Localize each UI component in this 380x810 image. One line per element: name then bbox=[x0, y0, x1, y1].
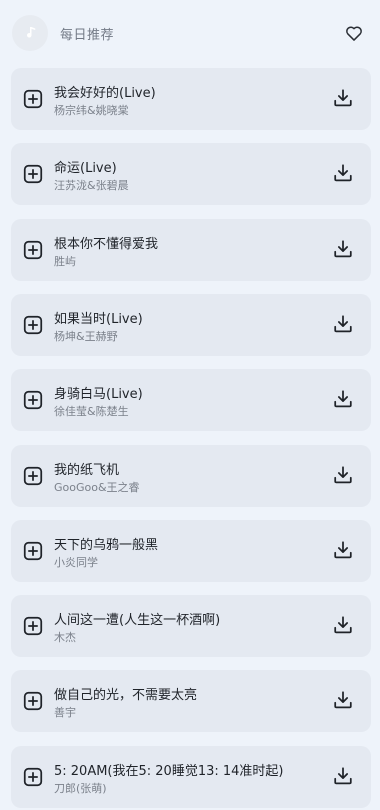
add-to-playlist-icon[interactable] bbox=[22, 615, 44, 637]
song-card[interactable]: 我会好好的(Live) 杨宗纬&姚晓棠 bbox=[11, 68, 371, 130]
add-to-playlist-icon[interactable] bbox=[22, 766, 44, 788]
song-title: 命运(Live) bbox=[54, 161, 117, 176]
song-title: 天下的乌鸦一般黑 bbox=[54, 538, 159, 553]
download-icon[interactable] bbox=[332, 464, 354, 486]
song-card[interactable]: 身骑白马(Live) 徐佳莹&陈楚生 bbox=[11, 369, 371, 431]
add-to-playlist-icon[interactable] bbox=[22, 389, 44, 411]
download-icon[interactable] bbox=[332, 689, 354, 711]
add-to-playlist-icon[interactable] bbox=[22, 314, 44, 336]
song-artist: 木杰 bbox=[54, 631, 76, 644]
download-icon[interactable] bbox=[332, 238, 354, 260]
download-icon[interactable] bbox=[332, 539, 354, 561]
song-title: 如果当时(Live) bbox=[54, 312, 143, 327]
song-card[interactable]: 人间这一遭(人生这一杯酒啊) 木杰 bbox=[11, 595, 371, 657]
song-card[interactable]: 5: 20AM(我在5: 20睡觉13: 14准时起) 刀郎(张萌) bbox=[11, 746, 371, 808]
download-icon[interactable] bbox=[332, 388, 354, 410]
song-artist: 胜屿 bbox=[54, 255, 76, 268]
song-title: 做自己的光，不需要太亮 bbox=[54, 688, 198, 703]
download-icon[interactable] bbox=[332, 765, 354, 787]
add-to-playlist-icon[interactable] bbox=[22, 540, 44, 562]
song-title: 我的纸飞机 bbox=[54, 463, 120, 478]
song-title: 根本你不懂得爱我 bbox=[54, 237, 159, 252]
song-card[interactable]: 根本你不懂得爱我 胜屿 bbox=[11, 219, 371, 281]
download-icon[interactable] bbox=[332, 87, 354, 109]
song-title: 我会好好的(Live) bbox=[54, 86, 156, 101]
song-card[interactable]: 我的纸飞机 GooGoo&王之睿 bbox=[11, 445, 371, 507]
song-card[interactable]: 做自己的光，不需要太亮 善宇 bbox=[11, 670, 371, 732]
song-artist: 小炎同学 bbox=[54, 556, 98, 569]
song-title: 5: 20AM(我在5: 20睡觉13: 14准时起) bbox=[54, 764, 284, 779]
song-card[interactable]: 命运(Live) 汪苏泷&张碧晨 bbox=[11, 143, 371, 205]
avatar[interactable] bbox=[12, 15, 48, 51]
song-artist: 刀郎(张萌) bbox=[54, 782, 107, 795]
add-to-playlist-icon[interactable] bbox=[22, 88, 44, 110]
heart-outline-icon[interactable] bbox=[344, 23, 364, 43]
header: 每日推荐 bbox=[0, 0, 380, 66]
song-card[interactable]: 天下的乌鸦一般黑 小炎同学 bbox=[11, 520, 371, 582]
add-to-playlist-icon[interactable] bbox=[22, 690, 44, 712]
song-card[interactable]: 如果当时(Live) 杨坤&王赫野 bbox=[11, 294, 371, 356]
song-artist: 杨坤&王赫野 bbox=[54, 330, 118, 343]
song-artist: 杨宗纬&姚晓棠 bbox=[54, 104, 129, 117]
music-note-icon bbox=[27, 27, 36, 38]
song-artist: GooGoo&王之睿 bbox=[54, 481, 140, 494]
add-to-playlist-icon[interactable] bbox=[22, 163, 44, 185]
add-to-playlist-icon[interactable] bbox=[22, 465, 44, 487]
song-title: 人间这一遭(人生这一杯酒啊) bbox=[54, 613, 221, 628]
song-artist: 徐佳莹&陈楚生 bbox=[54, 405, 129, 418]
page-title: 每日推荐 bbox=[60, 28, 115, 43]
song-artist: 汪苏泷&张碧晨 bbox=[54, 179, 129, 192]
song-title: 身骑白马(Live) bbox=[54, 387, 143, 402]
song-artist: 善宇 bbox=[54, 706, 76, 719]
download-icon[interactable] bbox=[332, 313, 354, 335]
add-to-playlist-icon[interactable] bbox=[22, 239, 44, 261]
download-icon[interactable] bbox=[332, 614, 354, 636]
download-icon[interactable] bbox=[332, 162, 354, 184]
